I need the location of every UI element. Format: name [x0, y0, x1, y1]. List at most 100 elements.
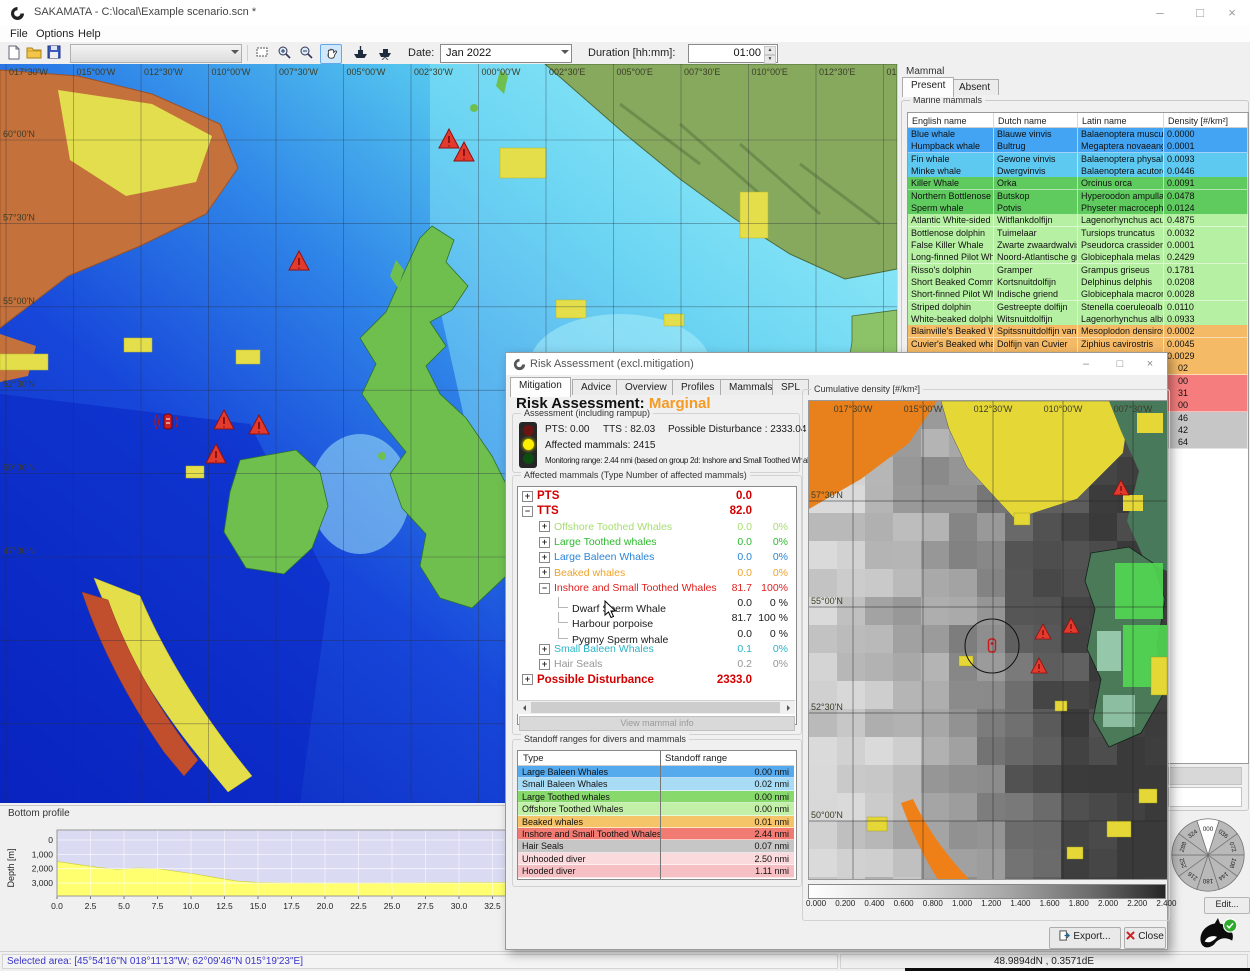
mammal-row[interactable]: Short-finned Pilot WhaleIndische griendG…	[908, 288, 1248, 301]
mammal-row-partial[interactable]: 02	[1164, 362, 1248, 375]
tree-expander-icon[interactable]: +	[522, 674, 533, 685]
tab-advice[interactable]: Advice	[572, 379, 620, 395]
mammal-row-partial[interactable]: 00	[1164, 375, 1248, 388]
tree-item[interactable]: +Small Baleen Whales0.10%	[518, 643, 796, 658]
tab-mitigation[interactable]: Mitigation	[510, 377, 571, 397]
tree-expander-icon[interactable]: −	[522, 506, 533, 517]
mammal-row[interactable]: Long-finned Pilot WhaleNoord-Atlantische…	[908, 251, 1248, 264]
menu-help[interactable]: Help	[74, 27, 105, 41]
sakamata-logo-button[interactable]	[1194, 917, 1240, 951]
mammal-row[interactable]: Blainville's Beaked WhaleSpitssnuitdolfi…	[908, 325, 1248, 338]
scroll-right-icon[interactable]	[787, 705, 793, 711]
standoff-row[interactable]: Large Baleen Whales0.00 nmi	[518, 766, 794, 778]
mammal-row-partial[interactable]: 64	[1164, 436, 1248, 449]
tree-item[interactable]: −TTS82.0	[518, 505, 796, 520]
close-button-dialog[interactable]: Close	[1124, 927, 1166, 949]
vessel-tool-button[interactable]	[350, 44, 370, 62]
menu-file[interactable]: File	[6, 27, 32, 41]
cumulative-density-map[interactable]: 017°30'W015°00'W012°30'W010°00'W007°30'W…	[808, 400, 1168, 880]
column-header[interactable]: Density [#/km²]	[1164, 113, 1248, 128]
dialog-maximize-button[interactable]: □	[1104, 353, 1136, 375]
standoff-row[interactable]: Small Baleen Whales0.02 nmi	[518, 778, 794, 790]
spin-up-icon[interactable]: ▲	[764, 46, 776, 55]
column-header[interactable]: Standoff range	[660, 751, 794, 766]
tree-expander-icon[interactable]: +	[539, 552, 550, 563]
edit-button[interactable]: Edit...	[1204, 897, 1250, 914]
mammal-row[interactable]: Minke whaleDwergvinvisBalaenoptera acuto…	[908, 165, 1248, 178]
mammal-row-partial[interactable]: 42	[1164, 424, 1248, 437]
open-file-button[interactable]	[24, 44, 44, 62]
column-header[interactable]: Dutch name	[994, 113, 1078, 128]
affected-mammals-tree[interactable]: +PTS0.0−TTS82.0+Offshore Toothed Whales0…	[517, 486, 797, 725]
mammal-row-partial[interactable]: 31	[1164, 387, 1248, 400]
tree-item[interactable]: Pygmy Sperm whale0.00 %	[518, 628, 796, 643]
select-area-button[interactable]	[252, 44, 272, 62]
mammal-row[interactable]: Short Beaked Common d...Kortsnuitdolfijn…	[908, 276, 1248, 289]
date-combo[interactable]: Jan 2022	[440, 44, 572, 63]
standoff-row[interactable]: Offshore Toothed Whales0.00 nmi	[518, 803, 794, 815]
mammal-row[interactable]: Humpback whaleBultrugMegaptera novaeangl…	[908, 140, 1248, 153]
mammal-row[interactable]: Striped dolphinGestreepte dolfijnStenell…	[908, 301, 1248, 314]
dialog-minimize-button[interactable]: –	[1070, 353, 1102, 375]
tab-profiles[interactable]: Profiles	[672, 379, 723, 395]
tree-item[interactable]: +PTS0.0	[518, 490, 796, 505]
mammal-row[interactable]: Risso's dolphinGramperGrampus griseus0.1…	[908, 264, 1248, 277]
tree-item[interactable]: Dwarf Sperm Whale0.00 %	[518, 597, 796, 612]
tab-present[interactable]: Present	[902, 77, 954, 97]
save-button[interactable]	[44, 44, 64, 62]
tree-item[interactable]: +Possible Disturbance2333.0	[518, 674, 796, 689]
new-file-button[interactable]	[4, 44, 24, 62]
sonar-vessel-tool-button[interactable]	[374, 44, 394, 62]
mammal-row[interactable]: Bottlenose dolphinTuimelaarTursiops trun…	[908, 227, 1248, 240]
tree-expander-icon[interactable]: +	[539, 521, 550, 532]
mammal-row[interactable]: Fin whaleGewone vinvisBalaenoptera physa…	[908, 153, 1248, 166]
menu-options[interactable]: Options	[32, 27, 78, 41]
standoff-row[interactable]: Inshore and Small Toothed Whales2.44 nmi	[518, 828, 794, 840]
tree-item[interactable]: +Large Baleen Whales0.00%	[518, 551, 796, 566]
tree-expander-icon[interactable]: +	[539, 644, 550, 655]
scroll-left-icon[interactable]	[520, 705, 526, 711]
standoff-row[interactable]: Hooded diver1.11 nmi	[518, 865, 794, 877]
tree-item[interactable]: +Hair Seals0.20%	[518, 658, 796, 673]
mammal-row[interactable]: Atlantic White-sided dolphi.Witflankdolf…	[908, 214, 1248, 227]
mammal-row[interactable]: Northern Bottlenose whaleButskopHyperood…	[908, 190, 1248, 203]
tree-horizontal-scrollbar[interactable]	[517, 700, 795, 714]
standoff-table[interactable]: TypeStandoff rangeLarge Baleen Whales0.0…	[517, 750, 797, 880]
spin-down-icon[interactable]: ▼	[764, 55, 776, 64]
pan-tool-button[interactable]	[320, 44, 342, 64]
dialog-close-button[interactable]: ×	[1134, 353, 1166, 375]
tree-item[interactable]: Harbour porpoise81.7100 %	[518, 612, 796, 627]
tree-item[interactable]: −Inshore and Small Toothed Whales81.7100…	[518, 582, 796, 597]
mammal-row-partial[interactable]: 46	[1164, 412, 1248, 425]
standoff-row[interactable]: Unhooded diver2.50 nmi	[518, 853, 794, 865]
standoff-row[interactable]: Hair Seals0.07 nmi	[518, 840, 794, 852]
standoff-row[interactable]: Large Toothed whales0.00 nmi	[518, 791, 794, 803]
mammal-row[interactable]: Blue whaleBlauwe vinvisBalaenoptera musc…	[908, 128, 1248, 141]
zoom-out-button[interactable]	[296, 44, 316, 62]
column-header[interactable]: Latin name	[1078, 113, 1164, 128]
mammal-row[interactable]: Killer WhaleOrkaOrcinus orca0.0091	[908, 177, 1248, 190]
view-mammal-info-button[interactable]: View mammal info	[519, 716, 795, 731]
tree-expander-icon[interactable]: −	[539, 583, 550, 594]
tab-overview[interactable]: Overview	[616, 379, 676, 395]
tree-expander-icon[interactable]: +	[539, 659, 550, 670]
duration-field[interactable]: 01:00 ▲▼	[688, 44, 778, 63]
mammal-row[interactable]: Sperm whalePotvisPhyseter macrocephalus0…	[908, 202, 1248, 215]
layer-combo[interactable]	[70, 44, 242, 63]
tree-item[interactable]: +Offshore Toothed Whales0.00%	[518, 521, 796, 536]
mammal-row[interactable]: White-beaked dolphinWitsnuitdolfijnLagen…	[908, 313, 1248, 326]
column-header[interactable]: Type	[518, 751, 660, 766]
standoff-row[interactable]: Beaked whales0.01 nmi	[518, 816, 794, 828]
tree-expander-icon[interactable]: +	[539, 567, 550, 578]
export-button[interactable]: Export...	[1049, 927, 1121, 949]
scrollbar-thumb[interactable]	[531, 702, 780, 713]
tree-item[interactable]: +Beaked whales0.00%	[518, 567, 796, 582]
tree-expander-icon[interactable]: +	[522, 491, 533, 502]
tree-item[interactable]: +Large Toothed whales0.00%	[518, 536, 796, 551]
tab-absent[interactable]: Absent	[950, 79, 999, 95]
heading-compass[interactable]: 000036072108144180216252288324	[1168, 815, 1248, 895]
tree-expander-icon[interactable]: +	[539, 537, 550, 548]
column-header[interactable]: English name	[908, 113, 994, 128]
duration-spinner[interactable]: ▲▼	[764, 46, 776, 60]
close-button[interactable]: ×	[1212, 0, 1250, 26]
